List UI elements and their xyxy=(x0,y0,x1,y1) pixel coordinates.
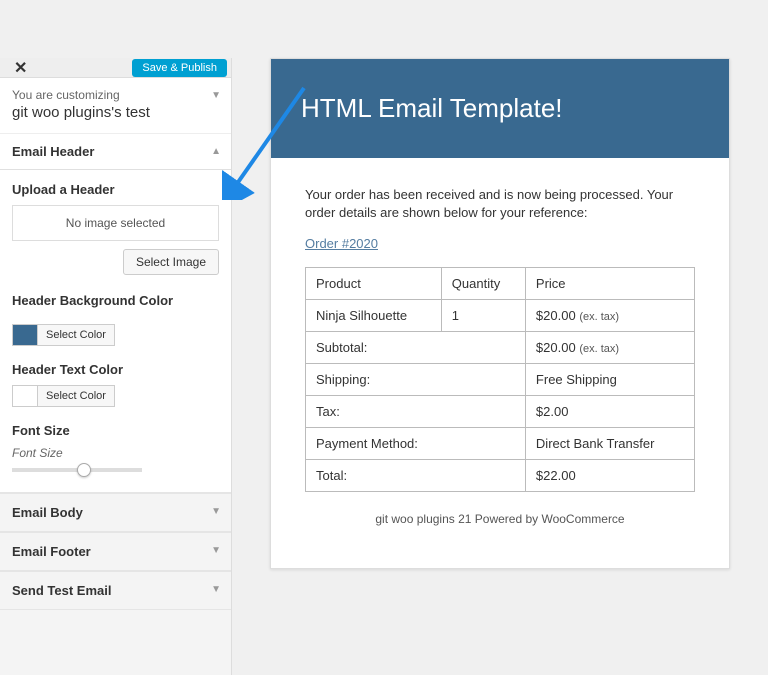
panel-send-test-email[interactable]: Send Test Email ▼ xyxy=(0,571,231,610)
email-preview-area: HTML Email Template! Your order has been… xyxy=(232,58,768,675)
email-header-controls: Upload a Header No image selected Select… xyxy=(0,170,231,493)
panel-label: Email Footer xyxy=(12,544,91,559)
order-link[interactable]: Order #2020 xyxy=(305,236,378,251)
bg-select-color-button[interactable]: Select Color xyxy=(38,324,115,346)
cell-label: Total: xyxy=(306,460,526,492)
bg-color-swatch[interactable] xyxy=(12,324,38,346)
cell-label: Payment Method: xyxy=(306,428,526,460)
chevron-down-icon: ▼ xyxy=(211,506,221,517)
table-row: Shipping: Free Shipping xyxy=(306,364,695,396)
table-row: Total: $22.00 xyxy=(306,460,695,492)
chevron-up-icon: ▲ xyxy=(211,146,221,157)
table-row: Subtotal: $20.00 (ex. tax) xyxy=(306,332,695,364)
panel-label: Email Body xyxy=(12,505,83,520)
site-title: git woo plugins's test xyxy=(12,104,219,121)
cell-value: Free Shipping xyxy=(525,364,694,396)
font-size-sublabel: Font Size xyxy=(12,446,219,460)
customizing-label: You are customizing xyxy=(12,88,219,102)
table-row: Product Quantity Price xyxy=(306,268,695,300)
save-publish-button[interactable]: Save & Publish xyxy=(132,59,227,77)
table-row: Ninja Silhouette 1 $20.00 (ex. tax) xyxy=(306,300,695,332)
cell-label: Subtotal: xyxy=(306,332,526,364)
email-footer-text: git woo plugins 21 Powered by WooCommerc… xyxy=(305,512,695,550)
cell-value: $22.00 xyxy=(525,460,694,492)
cell-value: Direct Bank Transfer xyxy=(525,428,694,460)
select-image-button[interactable]: Select Image xyxy=(123,249,219,275)
slider-thumb[interactable] xyxy=(77,463,91,477)
text-color-swatch[interactable] xyxy=(12,385,38,407)
chevron-down-icon[interactable]: ▼ xyxy=(211,90,221,101)
cell-qty: 1 xyxy=(441,300,525,332)
panel-label: Send Test Email xyxy=(12,583,111,598)
customizer-sidebar: ✕ Save & Publish You are customizing git… xyxy=(0,58,232,675)
font-size-slider[interactable] xyxy=(12,468,142,472)
customizing-info: You are customizing git woo plugins's te… xyxy=(0,78,231,133)
bg-color-heading: Header Background Color xyxy=(12,293,219,308)
email-card: HTML Email Template! Your order has been… xyxy=(270,58,730,569)
email-body: Your order has been received and is now … xyxy=(271,158,729,568)
cell-label: Shipping: xyxy=(306,364,526,396)
panel-email-footer[interactable]: Email Footer ▼ xyxy=(0,532,231,571)
close-icon[interactable]: ✕ xyxy=(8,58,33,78)
col-quantity: Quantity xyxy=(441,268,525,300)
text-color-heading: Header Text Color xyxy=(12,362,219,377)
intro-text: Your order has been received and is now … xyxy=(305,186,695,222)
cell-product: Ninja Silhouette xyxy=(306,300,442,332)
panel-label: Email Header xyxy=(12,144,94,159)
customizer-topbar: ✕ Save & Publish xyxy=(0,58,231,78)
upload-header-heading: Upload a Header xyxy=(12,182,219,197)
cell-value: $20.00 (ex. tax) xyxy=(525,332,694,364)
table-row: Tax: $2.00 xyxy=(306,396,695,428)
col-product: Product xyxy=(306,268,442,300)
cell-price: $20.00 (ex. tax) xyxy=(525,300,694,332)
table-row: Payment Method: Direct Bank Transfer xyxy=(306,428,695,460)
chevron-down-icon: ▼ xyxy=(211,545,221,556)
font-size-heading: Font Size xyxy=(12,423,219,438)
no-image-placeholder: No image selected xyxy=(12,205,219,241)
panel-email-body[interactable]: Email Body ▼ xyxy=(0,493,231,532)
col-price: Price xyxy=(525,268,694,300)
cell-value: $2.00 xyxy=(525,396,694,428)
email-header: HTML Email Template! xyxy=(271,59,729,158)
text-select-color-button[interactable]: Select Color xyxy=(38,385,115,407)
cell-label: Tax: xyxy=(306,396,526,428)
panel-email-header[interactable]: Email Header ▲ xyxy=(0,133,231,170)
order-table: Product Quantity Price Ninja Silhouette … xyxy=(305,267,695,492)
chevron-down-icon: ▼ xyxy=(211,584,221,595)
